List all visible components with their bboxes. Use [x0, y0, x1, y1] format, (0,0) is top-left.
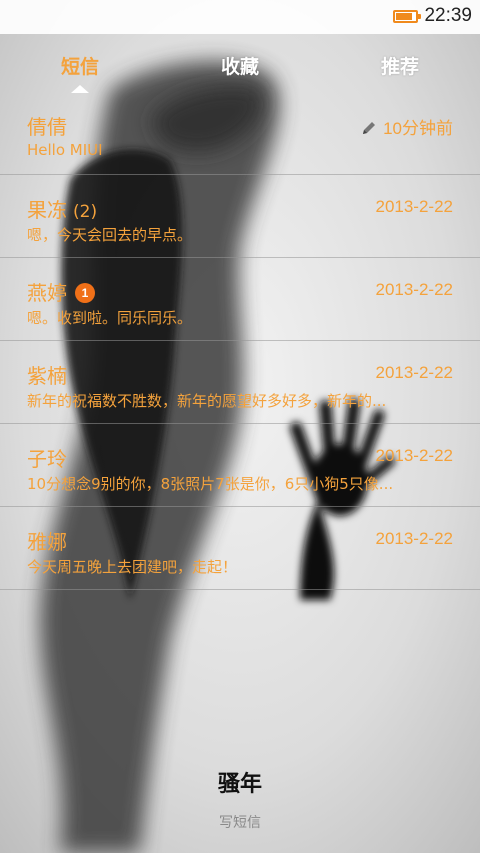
- thread-time: 2013-2-22: [375, 280, 453, 299]
- battery-icon: [393, 10, 421, 23]
- tab-bar: 短信 收藏 推荐: [0, 34, 480, 93]
- thread-row[interactable]: 果冻 (2) 2013-2-22 嗯，今天会回去的早点。: [0, 175, 480, 258]
- compose-message-button[interactable]: 写短信: [0, 812, 480, 832]
- thread-snippet: Hello MIUI: [27, 141, 103, 159]
- tab-recommended[interactable]: 推荐: [320, 52, 480, 79]
- thread-time: 2013-2-22: [375, 446, 453, 465]
- contact-name: 倩倩: [27, 115, 67, 139]
- contact-name: 燕婷: [27, 281, 67, 305]
- thread-list: 倩倩 10分钟前 Hello MIUI 果冻 (2) 2013-2-22 嗯，今天…: [0, 92, 480, 590]
- thread-time: 10分钟前: [361, 114, 453, 139]
- contact-name: 果冻: [27, 198, 67, 222]
- thread-snippet: 今天周五晚上去团建吧，走起！: [27, 558, 238, 576]
- thread-snippet: 嗯，今天会回去的早点。: [27, 226, 193, 244]
- contact-name: 子玲: [27, 447, 67, 471]
- message-count: (2): [73, 202, 98, 222]
- thread-snippet: 10分想念9别的你，8张照片7张是你，6只小狗5只像...: [27, 475, 394, 493]
- thread-row[interactable]: 子玲 2013-2-22 10分想念9别的你，8张照片7张是你，6只小狗5只像.…: [0, 424, 480, 507]
- thread-row[interactable]: 紫楠 2013-2-22 新年的祝福数不胜数，新年的愿望好多好多，新年的...: [0, 341, 480, 424]
- thread-snippet: 嗯。收到啦。同乐同乐。: [27, 309, 193, 327]
- thread-snippet: 新年的祝福数不胜数，新年的愿望好多好多，新年的...: [27, 392, 387, 410]
- contact-name: 雅娜: [27, 530, 67, 554]
- unread-badge: 1: [75, 283, 95, 303]
- contact-name: 紫楠: [27, 364, 67, 388]
- thread-row[interactable]: 雅娜 2013-2-22 今天周五晚上去团建吧，走起！: [0, 507, 480, 590]
- thread-time: 2013-2-22: [375, 529, 453, 548]
- thread-contact: 倩倩: [27, 111, 67, 140]
- thread-contact: 雅娜: [27, 526, 67, 555]
- battery-level-fill: [396, 13, 412, 20]
- thread-row[interactable]: 燕婷 1 2013-2-22 嗯。收到啦。同乐同乐。: [0, 258, 480, 341]
- theme-title: 骚年: [217, 772, 262, 797]
- thread-contact: 果冻 (2): [27, 194, 97, 223]
- pencil-icon: [363, 122, 376, 134]
- status-bar: 22:39: [0, 0, 480, 34]
- status-clock: 22:39: [424, 5, 472, 26]
- thread-contact: 燕婷 1: [27, 277, 95, 306]
- thread-time-text: 10分钟前: [383, 119, 453, 138]
- tab-favorites[interactable]: 收藏: [160, 52, 320, 79]
- thread-row[interactable]: 倩倩 10分钟前 Hello MIUI: [0, 92, 480, 175]
- thread-contact: 子玲: [27, 443, 67, 472]
- thread-time: 2013-2-22: [375, 197, 453, 216]
- thread-time: 2013-2-22: [375, 363, 453, 382]
- thread-contact: 紫楠: [27, 360, 67, 389]
- tab-messages[interactable]: 短信: [0, 52, 160, 79]
